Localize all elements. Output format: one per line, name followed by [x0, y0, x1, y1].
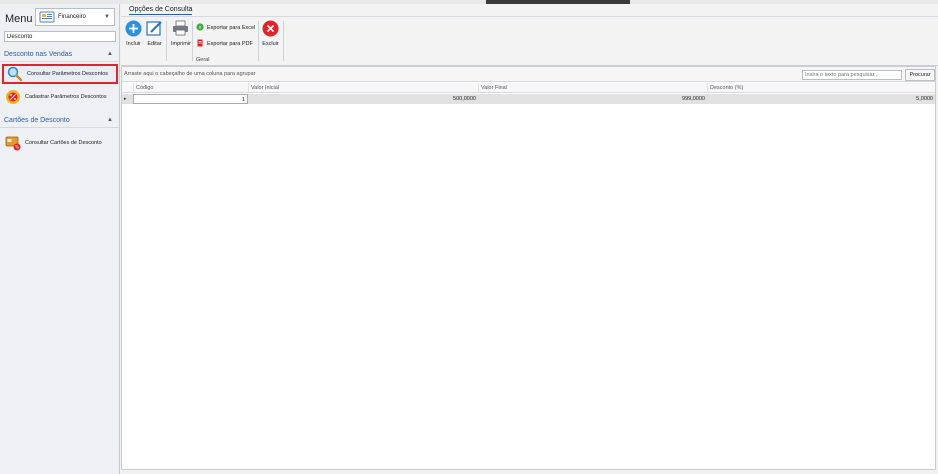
group-by-hint: Arraste aqui o cabeçalho de uma coluna p… [124, 71, 256, 77]
finance-icon [39, 11, 55, 23]
ribbon-divider [121, 16, 938, 17]
cell-valor-inicial[interactable]: 500,0000 [248, 94, 478, 104]
column-header-valor-final[interactable]: Valor Final [478, 83, 707, 93]
cell-desconto[interactable]: 5,0000 [707, 94, 935, 104]
group-by-panel[interactable]: Arraste aqui o cabeçalho de uma coluna p… [122, 67, 935, 82]
delete-icon [262, 20, 279, 39]
table-row[interactable]: ▸ 1 500,0000 999,0000 5,0000 [122, 94, 935, 104]
sidebar-item-label: Consultar Parâmetros Descontos [27, 71, 109, 77]
svg-text:x: x [199, 26, 202, 31]
chevron-down-icon: ▼ [104, 14, 110, 20]
module-label: Financeiro [58, 14, 87, 20]
group-header-desconto-vendas[interactable]: Desconto nas Vendas ▲ [0, 49, 119, 62]
ribbon-separator [192, 21, 193, 61]
group-title: Cartões de Desconto [4, 117, 70, 124]
module-select[interactable]: Financeiro ▼ [35, 8, 115, 26]
imprimir-button[interactable]: Imprimir [171, 20, 191, 47]
ribbon-separator [283, 21, 284, 61]
incluir-button[interactable]: Incluir [125, 20, 142, 47]
export-pdf-label: Exportar para PDF [207, 41, 253, 47]
grid-header-row: Código Valor Inicial Valor Final Descont… [122, 83, 935, 93]
ribbon-group-label: Geral [196, 57, 210, 63]
export-pdf-button[interactable]: Exportar para PDF [196, 39, 253, 49]
magnifier-icon [7, 66, 23, 82]
column-header-codigo[interactable]: Código [133, 83, 248, 93]
sidebar-item-label: Consultar Cartões de Desconto [25, 140, 102, 146]
edit-icon [146, 20, 163, 39]
cell-valor-final[interactable]: 999,0000 [478, 94, 707, 104]
excel-icon: x [196, 23, 204, 33]
export-excel-button[interactable]: x Exportar para Excel [196, 23, 255, 33]
pdf-icon [196, 39, 204, 49]
chevron-up-icon[interactable]: ▲ [107, 117, 113, 123]
discount-card-icon: % [5, 135, 21, 151]
sidebar-item-consultar-cartoes[interactable]: % Consultar Cartões de Desconto [2, 133, 118, 153]
column-header-desconto[interactable]: Desconto (%) [707, 83, 935, 93]
printer-icon [172, 20, 189, 39]
data-grid: Arraste aqui o cabeçalho de uma coluna p… [121, 66, 936, 470]
grid-search-input[interactable] [802, 70, 902, 80]
procurar-button[interactable]: Procurar [905, 69, 935, 81]
sidebar: Menu Financeiro ▼ Desconto nas Vendas ▲ … [0, 4, 120, 474]
tab-opcoes-consulta[interactable]: Opções de Consulta [129, 6, 193, 15]
excluir-button[interactable]: Excluir [262, 20, 279, 47]
incluir-label: Incluir [126, 41, 141, 47]
sidebar-search-input[interactable] [4, 31, 116, 42]
cell-codigo[interactable]: 1 [133, 94, 248, 104]
percent-badge-icon [5, 89, 21, 105]
plus-circle-icon [125, 20, 142, 39]
editar-label: Editar [147, 41, 162, 47]
group-title: Desconto nas Vendas [4, 51, 73, 58]
column-header-valor-inicial[interactable]: Valor Inicial [248, 83, 478, 93]
group-header-cartoes-desconto[interactable]: Cartões de Desconto ▲ [0, 115, 119, 128]
row-indicator-icon: ▸ [124, 96, 127, 102]
sidebar-item-label: Cadastrar Parâmetros Descontos [25, 94, 107, 100]
sidebar-item-cadastrar-parametros[interactable]: Cadastrar Parâmetros Descontos [2, 87, 118, 107]
sidebar-item-consultar-parametros[interactable]: Consultar Parâmetros Descontos [2, 64, 118, 84]
imprimir-label: Imprimir [171, 41, 191, 47]
menu-title: Menu [5, 13, 33, 25]
ribbon: Opções de Consulta Incluir Editar Imprim… [121, 4, 938, 66]
chevron-up-icon[interactable]: ▲ [107, 51, 113, 57]
excluir-label: Excluir [262, 41, 279, 47]
ribbon-separator [166, 21, 167, 61]
export-excel-label: Exportar para Excel [207, 25, 256, 31]
editar-button[interactable]: Editar [146, 20, 163, 47]
ribbon-separator [258, 21, 259, 61]
svg-text:%: % [15, 145, 19, 150]
